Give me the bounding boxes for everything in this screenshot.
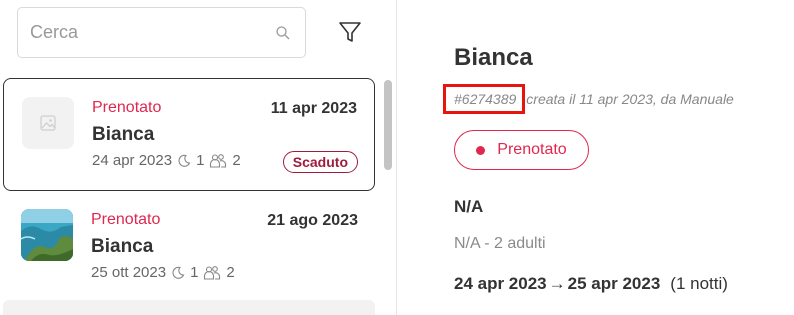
nights-count: 1	[190, 264, 199, 281]
status-dot-icon	[476, 145, 486, 155]
filter-icon[interactable]	[337, 19, 363, 45]
booking-meta: 25 ott 2023 1 2	[91, 264, 235, 281]
booking-status: Prenotato	[91, 211, 161, 228]
moon-icon	[178, 154, 191, 167]
nights-label: (1 notti)	[670, 274, 728, 293]
property-thumbnail	[21, 209, 73, 261]
image-placeholder-icon	[22, 97, 74, 149]
booking-reference: #6274389	[443, 84, 526, 114]
booking-card[interactable]: Prenotato 11 apr 2023 Bianca 24 apr 2023…	[3, 78, 375, 191]
booking-list: Prenotato 11 apr 2023 Bianca 24 apr 2023…	[0, 75, 380, 315]
booking-created-date: 21 ago 2023	[267, 212, 358, 229]
booking-status: Prenotato	[92, 99, 162, 116]
search-icon[interactable]	[275, 25, 291, 41]
nights-count: 1	[196, 152, 205, 169]
guests-icon	[204, 265, 221, 280]
booking-guest-name: Bianca	[92, 124, 155, 145]
status-button[interactable]: Prenotato	[454, 130, 589, 170]
checkin-date: 24 apr 2023	[92, 152, 173, 169]
status-badge: Scaduto	[282, 151, 358, 173]
booking-card[interactable]: Prenotato 21 ago 2023 Bianca 25 ott 2023…	[3, 197, 375, 310]
search-box[interactable]	[17, 7, 306, 58]
page-title: Bianca	[454, 44, 533, 71]
guests-count: 2	[226, 264, 235, 281]
moon-icon	[172, 266, 185, 279]
booking-created-info: creata il 11 apr 2023, da Manuale	[526, 91, 734, 107]
booking-meta: 24 apr 2023 1 2	[92, 152, 241, 169]
status-label: Prenotato	[497, 141, 567, 158]
room-title: N/A	[454, 197, 484, 216]
guests-count: 2	[232, 152, 241, 169]
room-subtitle: N/A - 2 adulti	[454, 235, 546, 252]
next-booking-card[interactable]	[3, 300, 375, 315]
booking-guest-name: Bianca	[91, 236, 154, 257]
date-to: 25 apr 2023	[567, 274, 661, 293]
booking-list-panel: Prenotato 11 apr 2023 Bianca 24 apr 2023…	[0, 0, 397, 315]
date-from: 24 apr 2023	[454, 274, 547, 293]
list-scrollbar[interactable]	[384, 80, 392, 170]
stay-dates: 24 apr 2023 → 25 apr 2023 (1 notti)	[454, 274, 728, 294]
search-input[interactable]	[30, 22, 293, 43]
arrow-right-icon: →	[548, 274, 566, 293]
booking-reference-line: #6274389 creata il 11 apr 2023, da Manua…	[443, 84, 734, 114]
guests-icon	[210, 153, 227, 168]
booking-created-date: 11 apr 2023	[270, 100, 357, 117]
checkin-date: 25 ott 2023	[91, 264, 167, 281]
